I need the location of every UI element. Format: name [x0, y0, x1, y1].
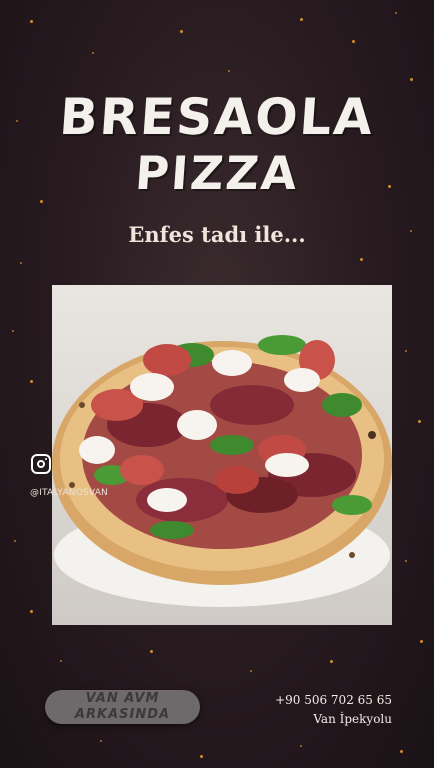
- tagline: Enfes tadı ile...: [128, 222, 306, 247]
- location-area: Van İpekyolu: [313, 712, 392, 726]
- pizza-photo: [52, 285, 392, 625]
- phone-number[interactable]: +90 506 702 65 65: [275, 693, 392, 707]
- location-line-2: ARKASINDA: [74, 707, 171, 722]
- instagram-icon[interactable]: [31, 454, 51, 474]
- instagram-handle[interactable]: @ITALYANOSVAN: [30, 488, 108, 498]
- location-line-1: VAN AVM: [85, 691, 160, 706]
- pizza-illustration: [52, 335, 392, 607]
- title-line-1: BRESAOLA: [57, 88, 377, 146]
- location-button[interactable]: VAN AVM ARKASINDA: [45, 690, 200, 724]
- title-line-2: PIZZA: [133, 146, 301, 200]
